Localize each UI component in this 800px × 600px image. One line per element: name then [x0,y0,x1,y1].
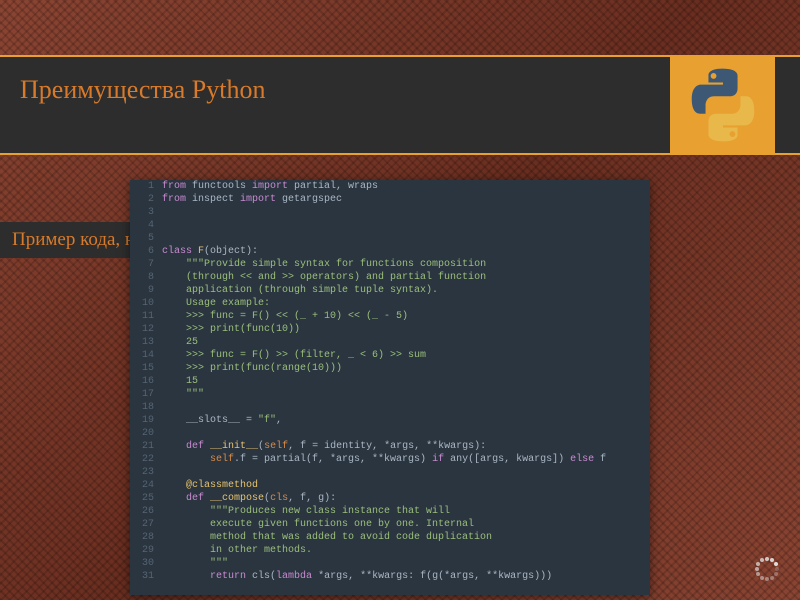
line-number: 24 [130,479,162,492]
code-line: 8 (through << and >> operators) and part… [130,271,650,284]
code-text: from inspect import getargspec [162,193,650,206]
code-line: 26 """Produces new class instance that w… [130,505,650,518]
line-number: 22 [130,453,162,466]
code-line: 6class F(object): [130,245,650,258]
line-number: 18 [130,401,162,414]
code-text: (through << and >> operators) and partia… [162,271,650,284]
line-number: 6 [130,245,162,258]
code-text: """ [162,557,650,570]
code-line: 24 @classmethod [130,479,650,492]
code-line: 18 [130,401,650,414]
line-number: 13 [130,336,162,349]
loading-spinner-icon [754,556,780,582]
line-number: 31 [130,570,162,583]
line-number: 4 [130,219,162,232]
code-text: @classmethod [162,479,650,492]
line-number: 23 [130,466,162,479]
code-text [162,466,650,479]
code-line: 10 Usage example: [130,297,650,310]
line-number: 12 [130,323,162,336]
line-number: 14 [130,349,162,362]
line-number: 30 [130,557,162,570]
code-text: """ [162,388,650,401]
python-logo-icon [683,65,763,145]
code-text: >>> func = F() >> (filter, _ < 6) >> sum [162,349,650,362]
line-number: 17 [130,388,162,401]
code-line: 30 """ [130,557,650,570]
line-number: 21 [130,440,162,453]
line-number: 9 [130,284,162,297]
line-number: 11 [130,310,162,323]
code-line: 12 >>> print(func(10)) [130,323,650,336]
code-line: 29 in other methods. [130,544,650,557]
code-line: 4 [130,219,650,232]
line-number: 10 [130,297,162,310]
code-line: 13 25 [130,336,650,349]
line-number: 1 [130,180,162,193]
code-line: 11 >>> func = F() << (_ + 10) << (_ - 5) [130,310,650,323]
code-text: """Provide simple syntax for functions c… [162,258,650,271]
code-line: 2from inspect import getargspec [130,193,650,206]
line-number: 25 [130,492,162,505]
code-text: from functools import partial, wraps [162,180,650,193]
code-text: application (through simple tuple syntax… [162,284,650,297]
line-number: 7 [130,258,162,271]
code-editor: 1from functools import partial, wraps2fr… [130,180,650,595]
code-text: def __compose(cls, f, g): [162,492,650,505]
code-text: """Produces new class instance that will [162,505,650,518]
line-number: 8 [130,271,162,284]
code-line: 7 """Provide simple syntax for functions… [130,258,650,271]
code-text: def __init__(self, f = identity, *args, … [162,440,650,453]
code-text [162,232,650,245]
code-text [162,401,650,414]
line-number: 15 [130,362,162,375]
code-line: 17 """ [130,388,650,401]
line-number: 29 [130,544,162,557]
line-number: 2 [130,193,162,206]
code-text: >>> print(func(10)) [162,323,650,336]
code-text: 25 [162,336,650,349]
line-number: 16 [130,375,162,388]
code-text: 15 [162,375,650,388]
code-line: 27 execute given functions one by one. I… [130,518,650,531]
code-text: return cls(lambda *args, **kwargs: f(g(*… [162,570,650,583]
code-line: 9 application (through simple tuple synt… [130,284,650,297]
code-line: 22 self.f = partial(f, *args, **kwargs) … [130,453,650,466]
line-number: 27 [130,518,162,531]
code-text [162,427,650,440]
code-line: 19 __slots__ = "f", [130,414,650,427]
code-line: 14 >>> func = F() >> (filter, _ < 6) >> … [130,349,650,362]
code-line: 20 [130,427,650,440]
line-number: 5 [130,232,162,245]
code-line: 21 def __init__(self, f = identity, *arg… [130,440,650,453]
code-line: 15 >>> print(func(range(10))) [130,362,650,375]
code-text: execute given functions one by one. Inte… [162,518,650,531]
code-line: 16 15 [130,375,650,388]
code-line: 25 def __compose(cls, f, g): [130,492,650,505]
python-logo-box [670,55,775,155]
code-line: 3 [130,206,650,219]
line-number: 19 [130,414,162,427]
code-text: class F(object): [162,245,650,258]
page-title: Преимущества Python [20,75,265,105]
code-text: >>> func = F() << (_ + 10) << (_ - 5) [162,310,650,323]
code-text: in other methods. [162,544,650,557]
code-line: 5 [130,232,650,245]
code-text: >>> print(func(range(10))) [162,362,650,375]
code-line: 31 return cls(lambda *args, **kwargs: f(… [130,570,650,583]
code-text [162,206,650,219]
code-line: 23 [130,466,650,479]
code-text: Usage example: [162,297,650,310]
code-text: self.f = partial(f, *args, **kwargs) if … [162,453,650,466]
code-text [162,219,650,232]
line-number: 20 [130,427,162,440]
code-line: 28 method that was added to avoid code d… [130,531,650,544]
code-text: method that was added to avoid code dupl… [162,531,650,544]
line-number: 28 [130,531,162,544]
line-number: 3 [130,206,162,219]
code-text: __slots__ = "f", [162,414,650,427]
code-line: 1from functools import partial, wraps [130,180,650,193]
line-number: 26 [130,505,162,518]
